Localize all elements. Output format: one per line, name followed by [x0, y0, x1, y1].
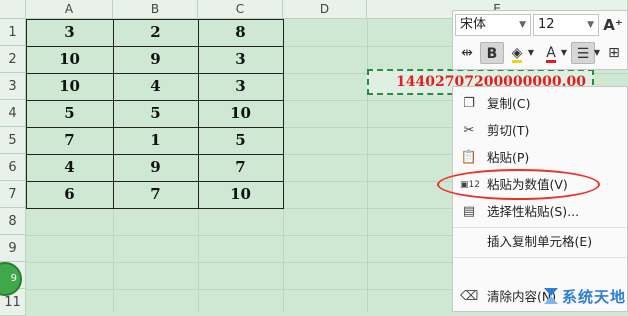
paint-bucket-icon: ◈ [511, 45, 523, 63]
cell-b3[interactable]: 4 [113, 73, 198, 100]
cell-b5[interactable]: 1 [113, 127, 198, 154]
row-header-8[interactable]: 8 [0, 208, 26, 235]
borders-button[interactable]: ⊞ [602, 42, 626, 64]
menu-item-copy[interactable]: ❐ 复制(C) [453, 90, 627, 118]
row-header-6[interactable]: 6 [0, 154, 26, 181]
cell-c3[interactable]: 3 [198, 73, 283, 100]
font-name-dropdown[interactable]: 宋体 ▼ [455, 14, 531, 36]
row-header-5[interactable]: 5 [0, 127, 26, 154]
scissors-icon: ✂ [463, 123, 475, 138]
cell-b1[interactable]: 2 [113, 19, 198, 46]
menu-item-label: 剪切(T) [487, 123, 530, 138]
chevron-down-icon: ▼ [587, 20, 594, 30]
corner-cell[interactable] [0, 0, 26, 19]
cell-b7[interactable]: 7 [113, 181, 198, 208]
align-center-icon: ☰ [576, 46, 590, 62]
watermark: 系统天地 [540, 279, 628, 312]
chevron-down-icon: ▼ [593, 48, 601, 57]
font-size-dropdown[interactable]: 12 ▼ [533, 14, 599, 36]
row-header-9[interactable]: 9 [0, 235, 26, 262]
menu-item-paste[interactable]: 📋 粘贴(P) [453, 144, 627, 172]
menu-item-label: 复制(C) [487, 96, 531, 111]
paste-special-icon: ▤ [462, 204, 476, 219]
cell-a3[interactable]: 10 [26, 73, 113, 100]
chevron-down-icon: ▼ [560, 48, 568, 57]
eraser-icon: ⌫ [460, 289, 479, 304]
align-dropdown[interactable]: ▼ [593, 42, 601, 64]
badge-count: 9 [10, 273, 17, 284]
borders-icon: ⊞ [608, 45, 620, 61]
chevron-down-icon: ▼ [527, 48, 535, 57]
cell-c7[interactable]: 10 [198, 181, 283, 208]
grow-font-button[interactable]: A⁺ [601, 14, 625, 36]
grow-font-icon: A⁺ [603, 16, 623, 34]
fill-color-dropdown[interactable]: ▼ [526, 42, 536, 64]
watermark-logo-icon [544, 288, 558, 304]
cell-a4[interactable]: 5 [26, 100, 113, 127]
watermark-text: 系统天地 [562, 288, 627, 306]
copy-icon: ❐ [463, 96, 475, 111]
format-painter-button[interactable]: ⇹ [455, 42, 479, 64]
menu-separator [453, 257, 627, 258]
row-header-7[interactable]: 7 [0, 181, 26, 208]
gridline [367, 19, 368, 312]
menu-item-paste-special[interactable]: ▤ 选择性粘贴(S)... [453, 198, 627, 226]
cell-b6[interactable]: 9 [113, 154, 198, 181]
row-header-2[interactable]: 2 [0, 46, 26, 73]
mini-format-toolbar: 宋体 ▼ 12 ▼ A⁺ ⇹ B ◈ ▼ A ▼ ☰ ▼ ⊞ [452, 10, 628, 70]
font-color-label: A [546, 45, 556, 63]
row-header-1[interactable]: 1 [0, 19, 26, 46]
bold-label: B [486, 46, 498, 62]
menu-item-insert-copied-cells[interactable]: 插入复制单元格(E) [453, 228, 627, 256]
menu-item-label: 插入复制单元格(E) [487, 234, 593, 249]
font-size-value: 12 [538, 17, 555, 32]
font-name-value: 宋体 [460, 17, 487, 32]
row-header-3[interactable]: 3 [0, 73, 26, 100]
cell-c1[interactable]: 8 [198, 19, 283, 46]
align-center-button[interactable]: ☰ [571, 42, 595, 64]
paste-icon: 📋 [460, 150, 478, 165]
row-header-4[interactable]: 4 [0, 100, 26, 127]
cell-a5[interactable]: 7 [26, 127, 113, 154]
column-header-a[interactable]: A [26, 0, 113, 19]
cell-c2[interactable]: 3 [198, 46, 283, 73]
menu-item-cut[interactable]: ✂ 剪切(T) [453, 117, 627, 145]
font-color-dropdown[interactable]: ▼ [559, 42, 569, 64]
cell-b2[interactable]: 9 [113, 46, 198, 73]
cell-a6[interactable]: 4 [26, 154, 113, 181]
highlight-annotation [437, 169, 600, 200]
cell-a2[interactable]: 10 [26, 46, 113, 73]
cell-c5[interactable]: 5 [198, 127, 283, 154]
column-header-c[interactable]: C [198, 0, 283, 19]
chevron-down-icon: ▼ [519, 20, 526, 30]
cell-a7[interactable]: 6 [26, 181, 113, 208]
cell-c4[interactable]: 10 [198, 100, 283, 127]
format-painter-icon: ⇹ [461, 45, 473, 61]
bold-button[interactable]: B [480, 42, 504, 64]
column-header-b[interactable]: B [113, 0, 198, 19]
column-header-d[interactable]: D [283, 0, 367, 19]
cell-b4[interactable]: 5 [113, 100, 198, 127]
cell-a1[interactable]: 3 [26, 19, 113, 46]
menu-item-label: 粘贴(P) [487, 150, 530, 165]
menu-item-label: 选择性粘贴(S)... [487, 204, 580, 219]
cell-c6[interactable]: 7 [198, 154, 283, 181]
